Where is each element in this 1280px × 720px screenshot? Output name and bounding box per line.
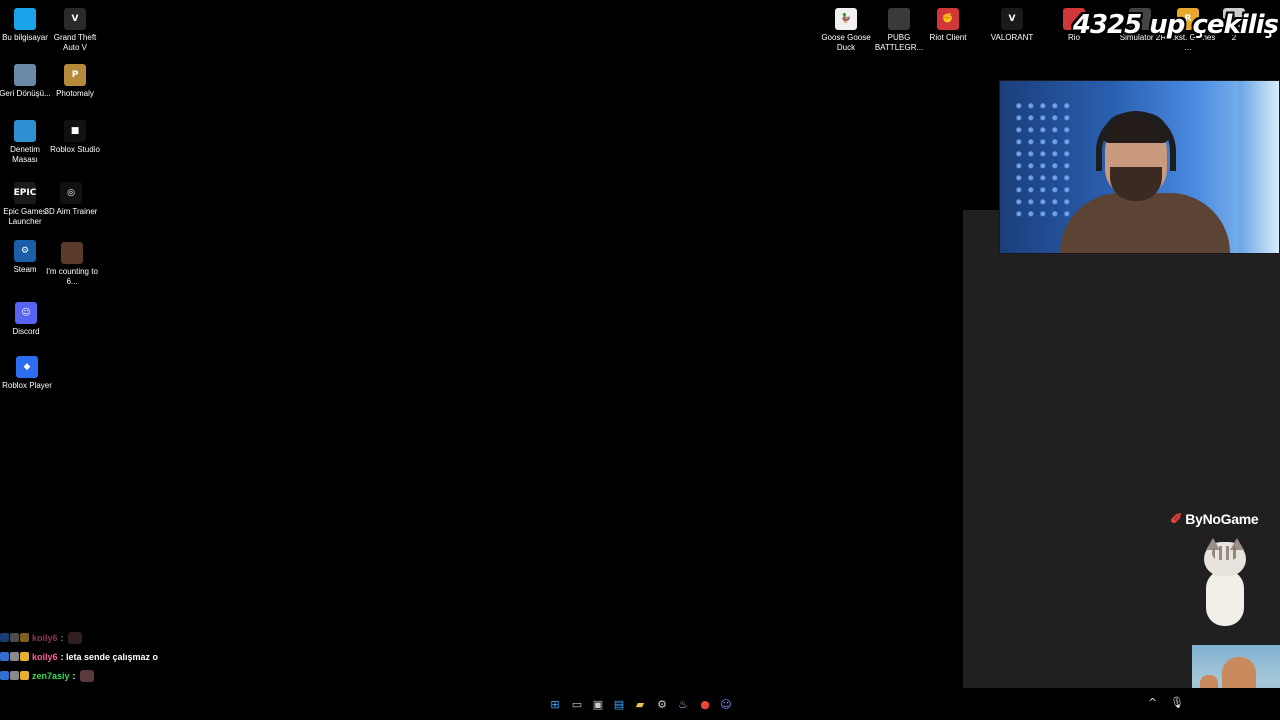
desktop-shortcut[interactable]: Geri Dönüşü...	[0, 64, 53, 99]
desktop-shortcut[interactable]: ◆ Roblox Player	[0, 356, 55, 391]
desktop-shortcut[interactable]: V VALORANT	[984, 8, 1040, 43]
roblox-player-icon: ◆	[16, 356, 38, 378]
desktop-shortcut[interactable]: ✊ Riot Client	[920, 8, 976, 43]
gta-icon: V	[64, 8, 86, 30]
chat-emote-icon	[79, 669, 94, 682]
desktop-shortcut-label: 3D Aim Trainer	[44, 207, 98, 216]
steam-taskbar-icon[interactable]: ♨	[675, 696, 691, 712]
windows-start-icon[interactable]: ⊞	[547, 696, 563, 712]
chat-username: koily6	[32, 651, 58, 662]
desktop-shortcut[interactable]: ☺ Discord	[0, 302, 54, 337]
valorant-icon: V	[1001, 8, 1023, 30]
photomaly-icon: P	[64, 64, 86, 86]
epic-games-icon: EPIC	[14, 182, 36, 204]
chat-message: koily6:	[0, 628, 300, 647]
desktop-shortcut[interactable]: V Grand Theft Auto V	[47, 8, 103, 53]
desktop-shortcut[interactable]: PUBG BATTLEGR...	[871, 8, 927, 53]
chat-badges	[0, 671, 29, 680]
desktop-shortcut-label: Denetim Masası	[10, 145, 40, 164]
desktop-shortcut[interactable]: I'm counting to 6...	[44, 242, 100, 287]
badge-icon	[0, 633, 9, 642]
store-icon[interactable]: ▤	[611, 696, 627, 712]
chat-username: koily6	[32, 632, 58, 643]
taskbar: ⊞ ▭ ▣ ▤ ▰ ⚙ ♨ ● ☺ ^ 🎙	[0, 688, 1280, 720]
task-view-icon[interactable]: ▭	[569, 696, 585, 712]
badge-icon	[20, 633, 29, 642]
desktop-shortcut-label: Grand Theft Auto V	[53, 33, 97, 52]
microphone-icon[interactable]: 🎙	[1170, 696, 1184, 709]
desktop-shortcut-label: Steam	[13, 265, 37, 274]
chat-text: :	[72, 670, 76, 681]
desktop-shortcut[interactable]: ■ Roblox Studio	[47, 120, 103, 155]
riot-client-icon: ✊	[937, 8, 959, 30]
desktop-shortcut-label: Photomaly	[56, 89, 94, 98]
desktop-shortcut-label: Geri Dönüşü...	[0, 89, 51, 98]
desktop-shortcut-label: Riot Client	[929, 33, 967, 42]
giveaway-title: 4325 up çekiliş	[1072, 10, 1279, 40]
chat-message: zen7asiy:	[0, 666, 300, 685]
recycle-bin-icon	[14, 64, 36, 86]
file-explorer-icon[interactable]: ▰	[632, 696, 648, 712]
badge-icon	[10, 671, 19, 680]
desktop-shortcut-label: Roblox Player	[2, 381, 52, 390]
webcam-overlay	[999, 80, 1280, 254]
settings-icon[interactable]: ⚙	[654, 696, 670, 712]
chat-message: koily6: leta sende çalışmaz o	[0, 647, 300, 666]
badge-icon	[10, 633, 19, 642]
badge-icon	[0, 652, 9, 661]
desktop-shortcut[interactable]: P Photomaly	[47, 64, 103, 99]
desktop-shortcut-label: I'm counting to 6...	[46, 267, 98, 286]
desktop-shortcut-label: Discord	[12, 327, 40, 336]
cat-sticker	[1196, 538, 1254, 628]
badge-icon	[20, 671, 29, 680]
desktop: Bu bilgisayar V Grand Theft Auto V Geri Dön…	[0, 0, 1280, 719]
chat-badges	[0, 633, 29, 642]
brand-logo: ✐ ByNoGame	[1170, 510, 1259, 528]
brand-label: ByNoGame	[1185, 511, 1259, 527]
chat-username: zen7asiy	[32, 670, 70, 681]
desktop-shortcut[interactable]: ◎ 3D Aim Trainer	[43, 182, 99, 217]
chrome-icon[interactable]: ●	[697, 696, 713, 712]
bynogame-icon: ✐	[1170, 511, 1183, 528]
monitor-icon	[14, 8, 36, 30]
game-shortcut-icon	[61, 242, 83, 264]
desktop-shortcut[interactable]: Denetim Masası	[0, 120, 53, 165]
goose-goose-duck-icon: 🦆	[835, 8, 857, 30]
desktop-shortcut-label: VALORANT	[990, 33, 1034, 42]
chevron-up-icon[interactable]: ^	[1148, 696, 1157, 709]
badge-icon	[10, 652, 19, 661]
widgets-icon[interactable]: ▣	[590, 696, 606, 712]
desktop-shortcut-label: Roblox Studio	[50, 145, 100, 154]
steam-icon: ⚙	[14, 240, 36, 262]
chat-text: : leta sende çalışmaz o	[60, 651, 159, 662]
desktop-shortcut[interactable]: 🦆 Goose Goose Duck	[818, 8, 874, 53]
badge-icon	[20, 652, 29, 661]
aim-trainer-icon: ◎	[60, 182, 82, 204]
pubg-icon	[888, 8, 910, 30]
roblox-studio-icon: ■	[64, 120, 86, 142]
desktop-shortcut-label: PUBG BATTLEGR...	[874, 33, 924, 52]
chat-emote-icon	[67, 631, 82, 644]
desktop-shortcut-label: Goose Goose Duck	[821, 33, 871, 52]
chat-text: :	[60, 632, 64, 643]
control-panel-icon	[14, 120, 36, 142]
discord-taskbar-icon[interactable]: ☺	[718, 696, 734, 712]
chat-badges	[0, 652, 29, 661]
discord-icon: ☺	[15, 302, 37, 324]
badge-icon	[0, 671, 9, 680]
desktop-shortcut[interactable]: Bu bilgisayar	[0, 8, 53, 43]
desktop-shortcut-label: Bu bilgisayar	[2, 33, 48, 42]
